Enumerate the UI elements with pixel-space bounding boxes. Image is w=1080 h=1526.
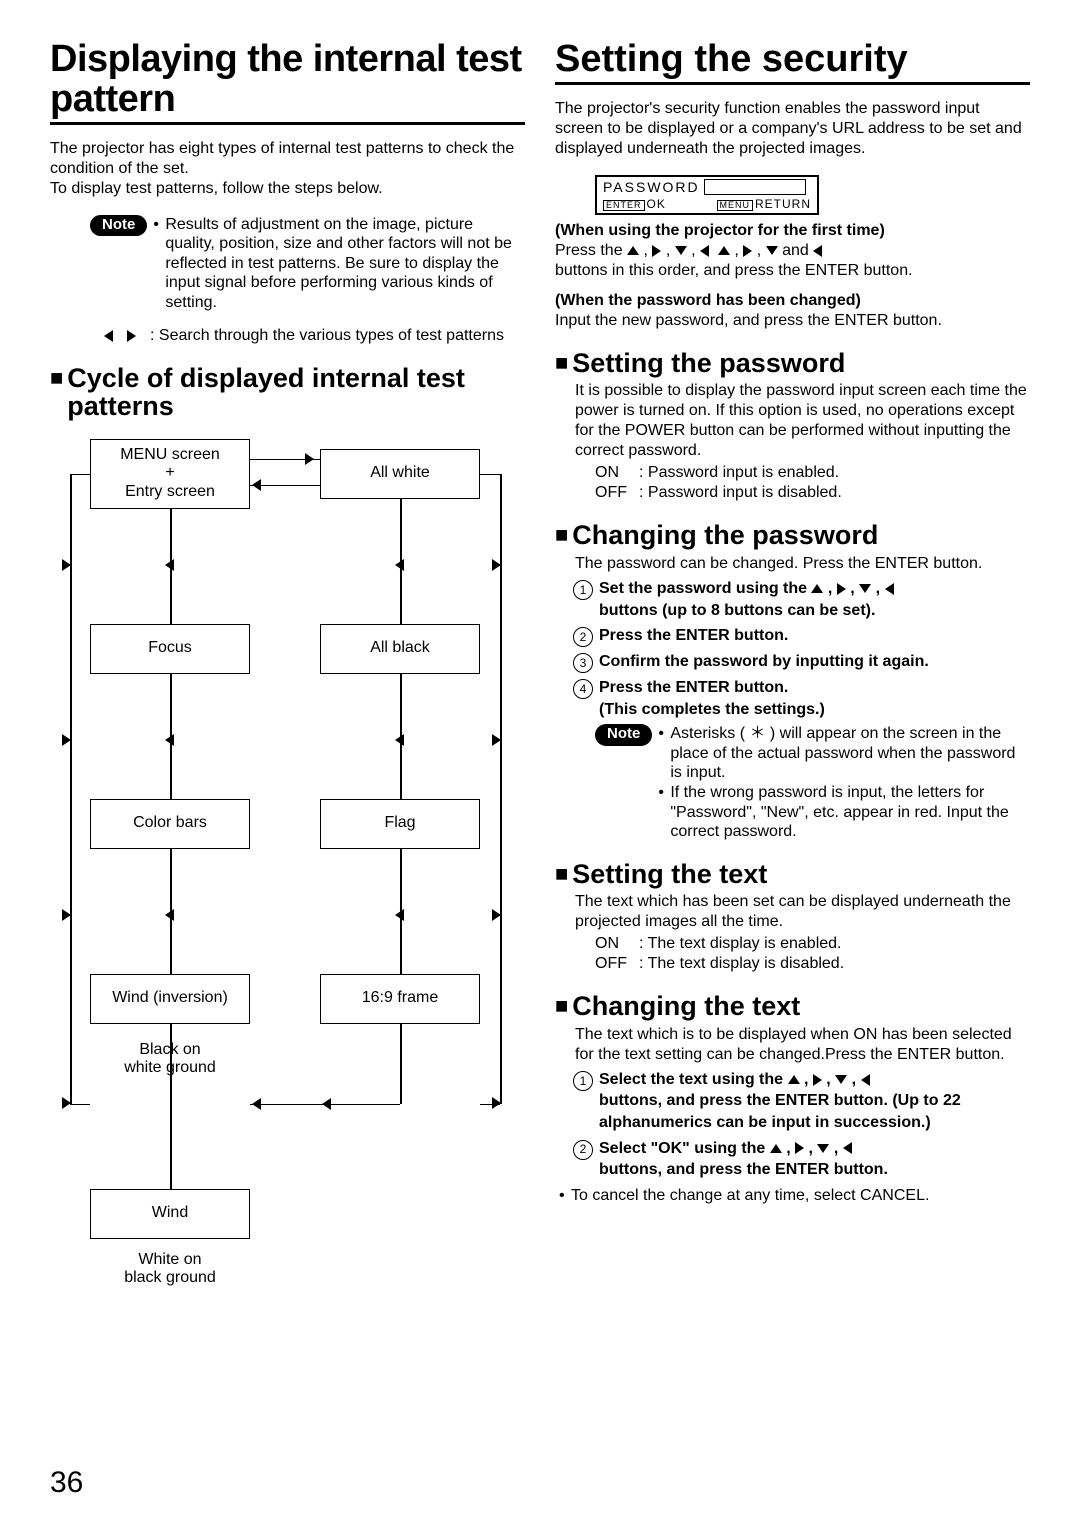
setting-password-body: It is possible to display the password i… (575, 381, 1030, 461)
left-arrow-icon (165, 559, 174, 571)
security-intro: The projector's security function enable… (555, 99, 1030, 159)
box-windinv: Wind (inversion) (90, 974, 250, 1024)
right-arrow-icon (62, 1097, 71, 1109)
right-arrow-icon (837, 583, 846, 595)
setting-text-heading: ■Setting the text (555, 860, 1030, 889)
right-arrow-icon (62, 559, 71, 571)
left-arrow-icon (395, 909, 404, 921)
label-bw: Black onwhite ground (90, 1041, 250, 1078)
left-arrow-icon (252, 1098, 261, 1110)
box-allwhite: All white (320, 449, 480, 499)
box-colorbars: Color bars (90, 799, 250, 849)
down-arrow-icon (835, 1075, 847, 1084)
setting-password-heading: ■Setting the password (555, 349, 1030, 378)
changing-password-body: The password can be changed. Press the E… (575, 554, 1030, 574)
password-dialog: PASSWORD ENTEROK MENURETURN (595, 175, 819, 215)
note-text: Results of adjustment on the image, pict… (165, 215, 525, 313)
password-field (704, 179, 806, 195)
left-arrow-icon (252, 479, 261, 491)
changing-password-heading: ■Changing the password (555, 521, 1030, 550)
left-arrow-icon (395, 734, 404, 746)
arrow-legend-text: : Search through the various types of te… (150, 326, 504, 346)
left-intro: The projector has eight types of interna… (50, 139, 525, 199)
box-focus: Focus (90, 624, 250, 674)
right-arrow-icon (652, 245, 661, 257)
up-arrow-icon (770, 1144, 782, 1153)
right-arrow-icon (62, 909, 71, 921)
right-arrow-icon (492, 734, 501, 746)
left-arrow-icon (843, 1142, 852, 1154)
left-arrow-icon (322, 1098, 331, 1110)
changing-text-heading: ■Changing the text (555, 992, 1030, 1021)
right-arrow-icon (743, 245, 752, 257)
right-arrow-icon (813, 1074, 822, 1086)
up-arrow-icon (718, 246, 730, 255)
right-arrow-icon (492, 1097, 501, 1109)
setting-text-body: The text which has been set can be displ… (575, 892, 1030, 932)
page-number: 36 (50, 1466, 83, 1500)
box-frame169: 16:9 frame (320, 974, 480, 1024)
left-arrow-icon (861, 1074, 870, 1086)
box-flag: Flag (320, 799, 480, 849)
right-heading: Setting the security (555, 40, 1030, 85)
note-pill: Note (90, 215, 147, 236)
right-arrow-icon (305, 453, 314, 465)
changed-header: (When the password has been changed) (555, 291, 1030, 311)
left-arrow-icon (165, 734, 174, 746)
right-arrow-icon (62, 734, 71, 746)
test-pattern-diagram: MENU screen+Entry screen All white Focus… (50, 429, 510, 1379)
down-arrow-icon (859, 584, 871, 593)
changing-text-body: The text which is to be displayed when O… (575, 1025, 1030, 1065)
up-arrow-icon (811, 584, 823, 593)
cycle-heading: ■Cycle of displayed internal test patter… (50, 364, 525, 421)
left-arrow-icon (165, 909, 174, 921)
down-arrow-icon (817, 1144, 829, 1153)
down-arrow-icon (675, 246, 687, 255)
left-arrow-icon (700, 245, 709, 257)
up-arrow-icon (788, 1075, 800, 1084)
password-label: PASSWORD (603, 179, 700, 195)
left-arrow-icon (104, 330, 113, 342)
right-arrow-icon (492, 559, 501, 571)
right-arrow-icon (795, 1142, 804, 1154)
box-wind: Wind (90, 1189, 250, 1239)
left-arrow-icon (395, 559, 404, 571)
up-arrow-icon (627, 246, 639, 255)
left-heading: Displaying the internal test pattern (50, 40, 525, 125)
box-allblack: All black (320, 624, 480, 674)
first-time-header: (When using the projector for the first … (555, 221, 1030, 241)
note-pill: Note (595, 724, 652, 745)
label-wb: White onblack ground (90, 1251, 250, 1288)
box-menu: MENU screen+Entry screen (90, 439, 250, 509)
down-arrow-icon (766, 246, 778, 255)
right-arrow-icon (127, 330, 136, 342)
changed-body: Input the new password, and press the EN… (555, 311, 1030, 331)
right-arrow-icon (492, 909, 501, 921)
left-arrow-icon (885, 583, 894, 595)
left-arrow-icon (813, 245, 822, 257)
